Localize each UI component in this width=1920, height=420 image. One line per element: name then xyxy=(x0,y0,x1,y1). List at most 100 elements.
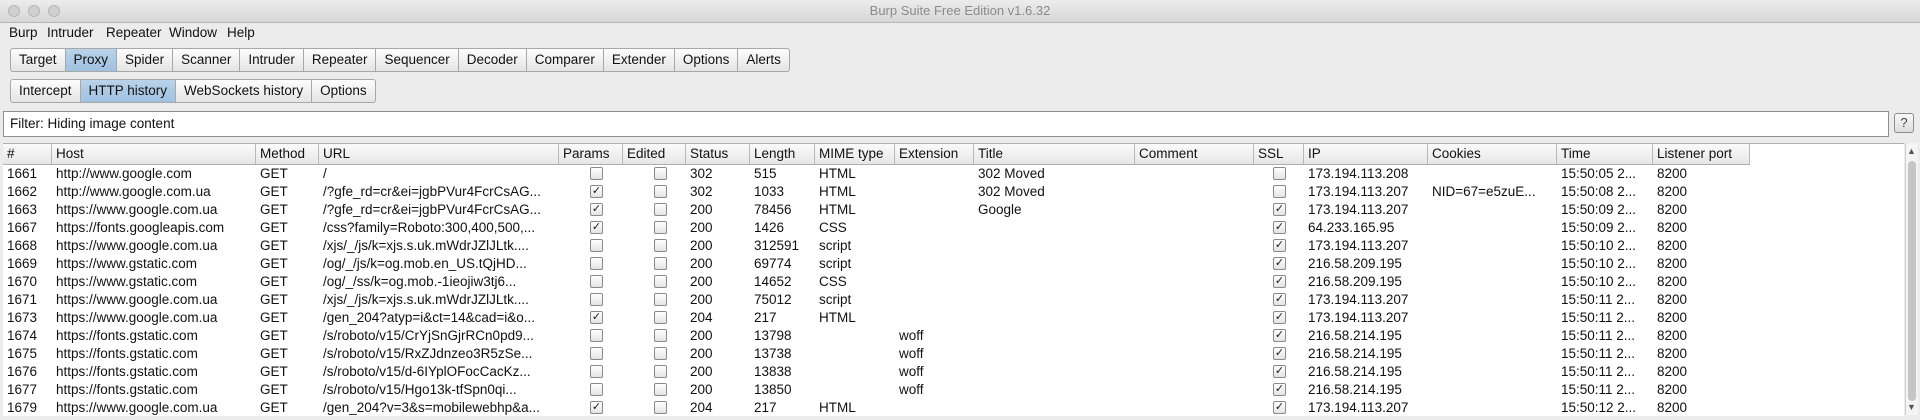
edited-checkbox[interactable] xyxy=(654,221,667,234)
edited-checkbox[interactable] xyxy=(654,293,667,306)
header-col-host[interactable]: Host xyxy=(52,144,256,164)
table-row[interactable]: 1679 https://www.google.com.ua GET/gen_204… xyxy=(3,399,1750,416)
ssl-checkbox[interactable]: ✓ xyxy=(1273,311,1286,324)
menu-window[interactable]: Window xyxy=(169,25,217,40)
edited-checkbox[interactable] xyxy=(654,257,667,270)
ssl-checkbox[interactable]: ✓ xyxy=(1273,293,1286,306)
tab-proxy[interactable]: Proxy xyxy=(65,48,118,72)
table-row[interactable]: 1673 https://www.google.com.ua GET/gen_204… xyxy=(3,309,1750,327)
table-row[interactable]: 1663 https://www.google.com.ua GET /?gfe_rd… xyxy=(3,201,1750,219)
params-checkbox[interactable] xyxy=(590,383,603,396)
subtab-options[interactable]: Options xyxy=(312,79,376,103)
edited-checkbox[interactable] xyxy=(654,401,667,414)
edited-checkbox[interactable] xyxy=(654,275,667,288)
edited-checkbox[interactable] xyxy=(654,347,667,360)
scroll-up-icon[interactable]: ▲ xyxy=(1907,146,1916,156)
header-col-edited[interactable]: Edited xyxy=(623,144,686,164)
table-row[interactable]: 1674 https://fonts.gstatic.com GET/s/robot… xyxy=(3,327,1750,345)
params-checkbox[interactable] xyxy=(590,275,603,288)
scrollbar-thumb[interactable] xyxy=(1908,161,1916,401)
header-col-title[interactable]: Title xyxy=(974,144,1135,164)
params-checkbox[interactable] xyxy=(590,365,603,378)
tab-spider[interactable]: Spider xyxy=(117,48,174,72)
params-checkbox[interactable] xyxy=(590,167,603,180)
edited-checkbox[interactable] xyxy=(654,239,667,252)
scroll-down-icon[interactable]: ▼ xyxy=(1907,402,1916,412)
tab-options[interactable]: Options xyxy=(674,48,739,72)
header-col-extension[interactable]: Extension xyxy=(895,144,974,164)
tab-decoder[interactable]: Decoder xyxy=(458,48,527,72)
params-checkbox[interactable]: ✓ xyxy=(590,203,603,216)
table-row[interactable]: 1677 https://fonts.gstatic.com GET/s/robot… xyxy=(3,381,1750,399)
tab-repeater[interactable]: Repeater xyxy=(303,48,377,72)
ssl-checkbox[interactable]: ✓ xyxy=(1273,257,1286,270)
edited-checkbox[interactable] xyxy=(654,167,667,180)
ssl-checkbox[interactable]: ✓ xyxy=(1273,365,1286,378)
tab-alerts[interactable]: Alerts xyxy=(738,48,790,72)
edited-checkbox[interactable] xyxy=(654,311,667,324)
subtab-http-history[interactable]: HTTP history xyxy=(80,79,177,103)
header-col-method[interactable]: Method xyxy=(256,144,319,164)
ssl-checkbox[interactable]: ✓ xyxy=(1273,383,1286,396)
vertical-scrollbar[interactable]: ▲ ▼ xyxy=(1905,143,1918,415)
header-col-listener-port[interactable]: Listener port xyxy=(1653,144,1750,164)
subtab-intercept[interactable]: Intercept xyxy=(10,79,81,103)
header-col-url[interactable]: URL xyxy=(319,144,559,164)
params-checkbox[interactable]: ✓ xyxy=(590,221,603,234)
ssl-checkbox[interactable]: ✓ xyxy=(1273,221,1286,234)
ssl-checkbox[interactable] xyxy=(1273,185,1286,198)
tab-sequencer[interactable]: Sequencer xyxy=(376,48,459,72)
params-checkbox[interactable] xyxy=(590,347,603,360)
table-row[interactable]: 1668 https://www.google.com.ua GET/xjs/_/j… xyxy=(3,237,1750,255)
header-col-params[interactable]: Params xyxy=(559,144,623,164)
header-col-length[interactable]: Length xyxy=(750,144,815,164)
table-row[interactable]: 1676 https://fonts.gstatic.com GET/s/robot… xyxy=(3,363,1750,381)
header-col-status[interactable]: Status xyxy=(686,144,750,164)
menu-burp[interactable]: Burp xyxy=(9,25,38,40)
header-col-cookies[interactable]: Cookies xyxy=(1428,144,1557,164)
filter-bar[interactable]: Filter: Hiding image content xyxy=(3,111,1889,137)
table-row[interactable]: 1667 https://fonts.googleapis.com GET/css?… xyxy=(3,219,1750,237)
table-row[interactable]: 1675 https://fonts.gstatic.com GET/s/robot… xyxy=(3,345,1750,363)
table-row[interactable]: 1669 https://www.gstatic.com GET/og/_/js/k… xyxy=(3,255,1750,273)
table-row[interactable]: 1661 http://www.google.com GET / 302 515 HTML 3… xyxy=(3,165,1750,183)
params-checkbox[interactable]: ✓ xyxy=(590,185,603,198)
tab-extender[interactable]: Extender xyxy=(603,48,675,72)
params-checkbox[interactable]: ✓ xyxy=(590,401,603,414)
menu-repeater[interactable]: Repeater xyxy=(106,25,162,40)
table-row[interactable]: 1670 https://www.gstatic.com GET/og/_/ss/k… xyxy=(3,273,1750,291)
ssl-checkbox[interactable]: ✓ xyxy=(1273,275,1286,288)
params-checkbox[interactable] xyxy=(590,257,603,270)
params-checkbox[interactable] xyxy=(590,293,603,306)
edited-checkbox[interactable] xyxy=(654,365,667,378)
header-col-ip[interactable]: IP xyxy=(1304,144,1428,164)
table-row[interactable]: 1671 https://www.google.com.ua GET/xjs/_/j… xyxy=(3,291,1750,309)
tab-target[interactable]: Target xyxy=(10,48,66,72)
tab-scanner[interactable]: Scanner xyxy=(173,48,241,72)
tab-intruder[interactable]: Intruder xyxy=(240,48,304,72)
params-checkbox[interactable] xyxy=(590,239,603,252)
ssl-checkbox[interactable]: ✓ xyxy=(1273,239,1286,252)
ssl-checkbox[interactable]: ✓ xyxy=(1273,203,1286,216)
ssl-checkbox[interactable]: ✓ xyxy=(1273,347,1286,360)
header-col-mime-type[interactable]: MIME type xyxy=(815,144,895,164)
subtab-websockets-history[interactable]: WebSockets history xyxy=(176,79,313,103)
ssl-checkbox[interactable]: ✓ xyxy=(1273,401,1286,414)
ssl-checkbox[interactable] xyxy=(1273,167,1286,180)
header-col-time[interactable]: Time xyxy=(1557,144,1653,164)
edited-checkbox[interactable] xyxy=(654,383,667,396)
edited-checkbox[interactable] xyxy=(654,203,667,216)
menu-intruder[interactable]: Intruder xyxy=(47,25,94,40)
tab-comparer[interactable]: Comparer xyxy=(526,48,604,72)
params-checkbox[interactable] xyxy=(590,329,603,342)
menu-help[interactable]: Help xyxy=(227,25,255,40)
header-col-ssl[interactable]: SSL xyxy=(1254,144,1304,164)
edited-checkbox[interactable] xyxy=(654,329,667,342)
table-row[interactable]: 1662 http://www.google.com.ua GET /?gfe_rd=… xyxy=(3,183,1750,201)
header-col-comment[interactable]: Comment xyxy=(1135,144,1254,164)
header-col-number[interactable]: # xyxy=(3,144,52,164)
params-checkbox[interactable]: ✓ xyxy=(590,311,603,324)
ssl-checkbox[interactable]: ✓ xyxy=(1273,329,1286,342)
help-button[interactable]: ? xyxy=(1894,113,1914,133)
edited-checkbox[interactable] xyxy=(654,185,667,198)
